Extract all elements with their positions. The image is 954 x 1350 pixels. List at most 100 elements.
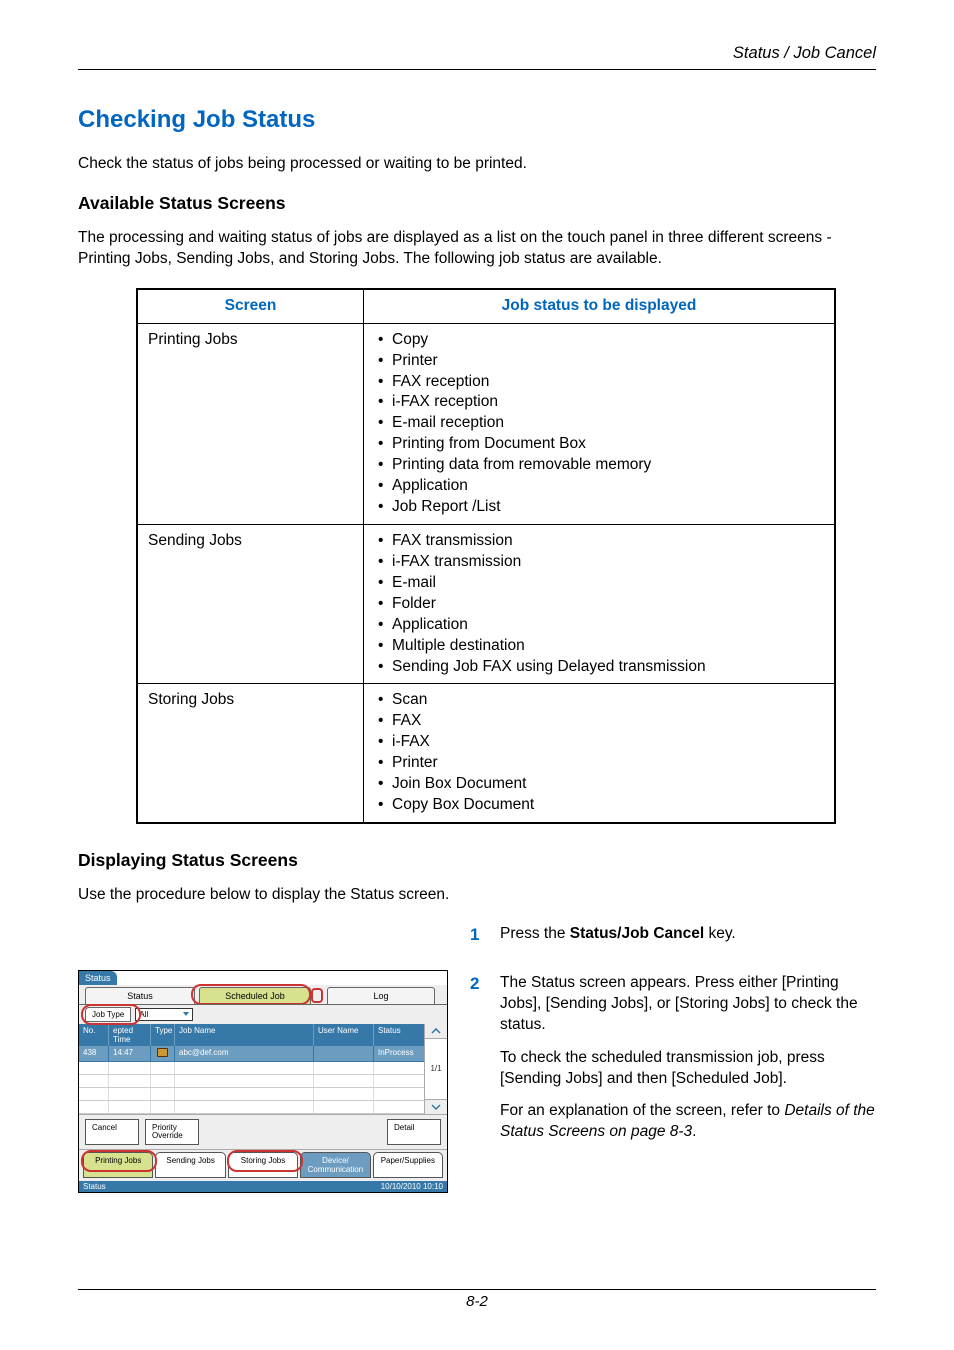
list-item: Application xyxy=(392,615,824,636)
col-username: User Name xyxy=(314,1024,374,1046)
table-row[interactable]: 438 14:47 abc@def.com InProcess xyxy=(79,1046,424,1062)
page-down-button[interactable] xyxy=(425,1099,447,1114)
bottom-tab-device[interactable]: Device/ Communication xyxy=(300,1152,370,1178)
status-screens-table: Screen Job status to be displayed Printi… xyxy=(136,288,836,824)
list-item: Join Box Document xyxy=(392,774,824,795)
bottom-tab-paper[interactable]: Paper/Supplies xyxy=(373,1152,443,1178)
step2-a: The Status screen appears. Press either … xyxy=(500,973,876,1036)
pager: 1/1 xyxy=(424,1024,447,1114)
screen-cell: Sending Jobs xyxy=(137,524,364,683)
col-no: No. xyxy=(79,1024,109,1046)
col-time: epted Time xyxy=(109,1024,151,1046)
empty-row xyxy=(79,1088,424,1101)
cancel-button[interactable]: Cancel xyxy=(85,1119,139,1145)
cell-jobname: abc@def.com xyxy=(175,1046,314,1061)
cell-no: 438 xyxy=(79,1046,109,1061)
list-item: Application xyxy=(392,476,824,497)
header-rule xyxy=(78,69,876,70)
page-title: Checking Job Status xyxy=(78,106,876,134)
screen-cell: Storing Jobs xyxy=(137,684,364,823)
bottom-tab-storing[interactable]: Storing Jobs xyxy=(228,1152,298,1178)
list-item: i-FAX xyxy=(392,732,824,753)
list-item: Printer xyxy=(392,753,824,774)
list-item: Sending Job FAX using Delayed transmissi… xyxy=(392,657,824,678)
list-item: i-FAX transmission xyxy=(392,552,824,573)
statusbar-datetime: 10/10/2010 10:10 xyxy=(381,1182,443,1191)
status-cell: ScanFAXi-FAXPrinterJoin Box DocumentCopy… xyxy=(364,684,836,823)
list-item: E-mail xyxy=(392,573,824,594)
statusbar-label: Status xyxy=(83,1182,106,1191)
step-number: 2 xyxy=(470,973,500,1155)
page-number: 8-2 xyxy=(78,1293,876,1310)
col-status: Status xyxy=(374,1024,424,1046)
bottom-tab-printing[interactable]: Printing Jobs xyxy=(83,1152,153,1178)
list-item: FAX xyxy=(392,711,824,732)
step1-pre: Press the xyxy=(500,925,570,942)
panel-title: Status xyxy=(79,971,117,985)
cell-username xyxy=(314,1046,374,1061)
cell-time: 14:47 xyxy=(109,1046,151,1061)
callout-divider xyxy=(311,988,323,1003)
list-item: Printing from Document Box xyxy=(392,434,824,455)
step2-c-post: . xyxy=(692,1123,696,1140)
bottom-tab-sending[interactable]: Sending Jobs xyxy=(155,1152,225,1178)
jobtype-label: Job Type xyxy=(85,1007,131,1022)
list-item: Copy Box Document xyxy=(392,795,824,816)
list-item: Folder xyxy=(392,594,824,615)
list-item: Copy xyxy=(392,330,824,351)
jobtype-dropdown[interactable]: All xyxy=(135,1008,193,1021)
list-item: Printing data from removable memory xyxy=(392,455,824,476)
empty-row xyxy=(79,1075,424,1088)
displaying-paragraph: Use the procedure below to display the S… xyxy=(78,885,876,906)
step-number: 1 xyxy=(470,924,500,957)
list-item: FAX reception xyxy=(392,372,824,393)
chevron-down-icon xyxy=(431,1104,441,1110)
chevron-down-icon xyxy=(183,1012,189,1016)
grid-header: No. epted Time Type Job Name User Name S… xyxy=(79,1024,424,1046)
tab-scheduled-job[interactable]: Scheduled Job xyxy=(199,987,311,1004)
step2-c-pre: For an explanation of the screen, refer … xyxy=(500,1102,784,1119)
th-jobstatus: Job status to be displayed xyxy=(364,289,836,323)
status-cell: FAX transmissioni-FAX transmissionE-mail… xyxy=(364,524,836,683)
step-1: 1 Press the Status/Job Cancel key. xyxy=(470,924,876,957)
list-item: Printer xyxy=(392,351,824,372)
cell-type-icon xyxy=(151,1046,175,1061)
touch-panel-screenshot: Status Status Scheduled Job Log Job Type… xyxy=(78,970,448,1193)
list-item: FAX transmission xyxy=(392,531,824,552)
list-item: Job Report /List xyxy=(392,497,824,518)
chevron-up-icon xyxy=(431,1028,441,1034)
list-item: Multiple destination xyxy=(392,636,824,657)
jobtype-value: All xyxy=(139,1010,148,1019)
tab-status[interactable]: Status xyxy=(85,987,195,1004)
step1-post: key. xyxy=(704,925,736,942)
table-row: Sending JobsFAX transmissioni-FAX transm… xyxy=(137,524,835,683)
job-type-icon xyxy=(157,1048,168,1057)
step-2: 2 The Status screen appears. Press eithe… xyxy=(470,973,876,1155)
step2-b: To check the scheduled transmission job,… xyxy=(500,1048,876,1090)
screen-cell: Printing Jobs xyxy=(137,323,364,524)
panel-status-bar: Status 10/10/2010 10:10 xyxy=(79,1181,447,1192)
cell-status: InProcess xyxy=(374,1046,424,1061)
table-row: Printing JobsCopyPrinterFAX receptioni-F… xyxy=(137,323,835,524)
page-indicator: 1/1 xyxy=(425,1039,447,1099)
th-screen: Screen xyxy=(137,289,364,323)
section-displaying-title: Displaying Status Screens xyxy=(78,850,876,871)
section-available-title: Available Status Screens xyxy=(78,193,876,214)
available-paragraph: The processing and waiting status of job… xyxy=(78,228,876,270)
list-item: i-FAX reception xyxy=(392,392,824,413)
list-item: E-mail reception xyxy=(392,413,824,434)
status-cell: CopyPrinterFAX receptioni-FAX receptionE… xyxy=(364,323,836,524)
detail-button[interactable]: Detail xyxy=(387,1119,441,1145)
empty-row xyxy=(79,1062,424,1075)
priority-override-button[interactable]: Priority Override xyxy=(145,1119,199,1145)
col-jobname: Job Name xyxy=(175,1024,314,1046)
tab-log[interactable]: Log xyxy=(327,987,435,1004)
intro-paragraph: Check the status of jobs being processed… xyxy=(78,154,876,175)
page-up-button[interactable] xyxy=(425,1024,447,1039)
col-type: Type xyxy=(151,1024,175,1046)
table-row: Storing JobsScanFAXi-FAXPrinterJoin Box … xyxy=(137,684,835,823)
footer-rule xyxy=(78,1289,876,1290)
empty-row xyxy=(79,1101,424,1114)
list-item: Scan xyxy=(392,690,824,711)
header-breadcrumb: Status / Job Cancel xyxy=(78,44,876,63)
